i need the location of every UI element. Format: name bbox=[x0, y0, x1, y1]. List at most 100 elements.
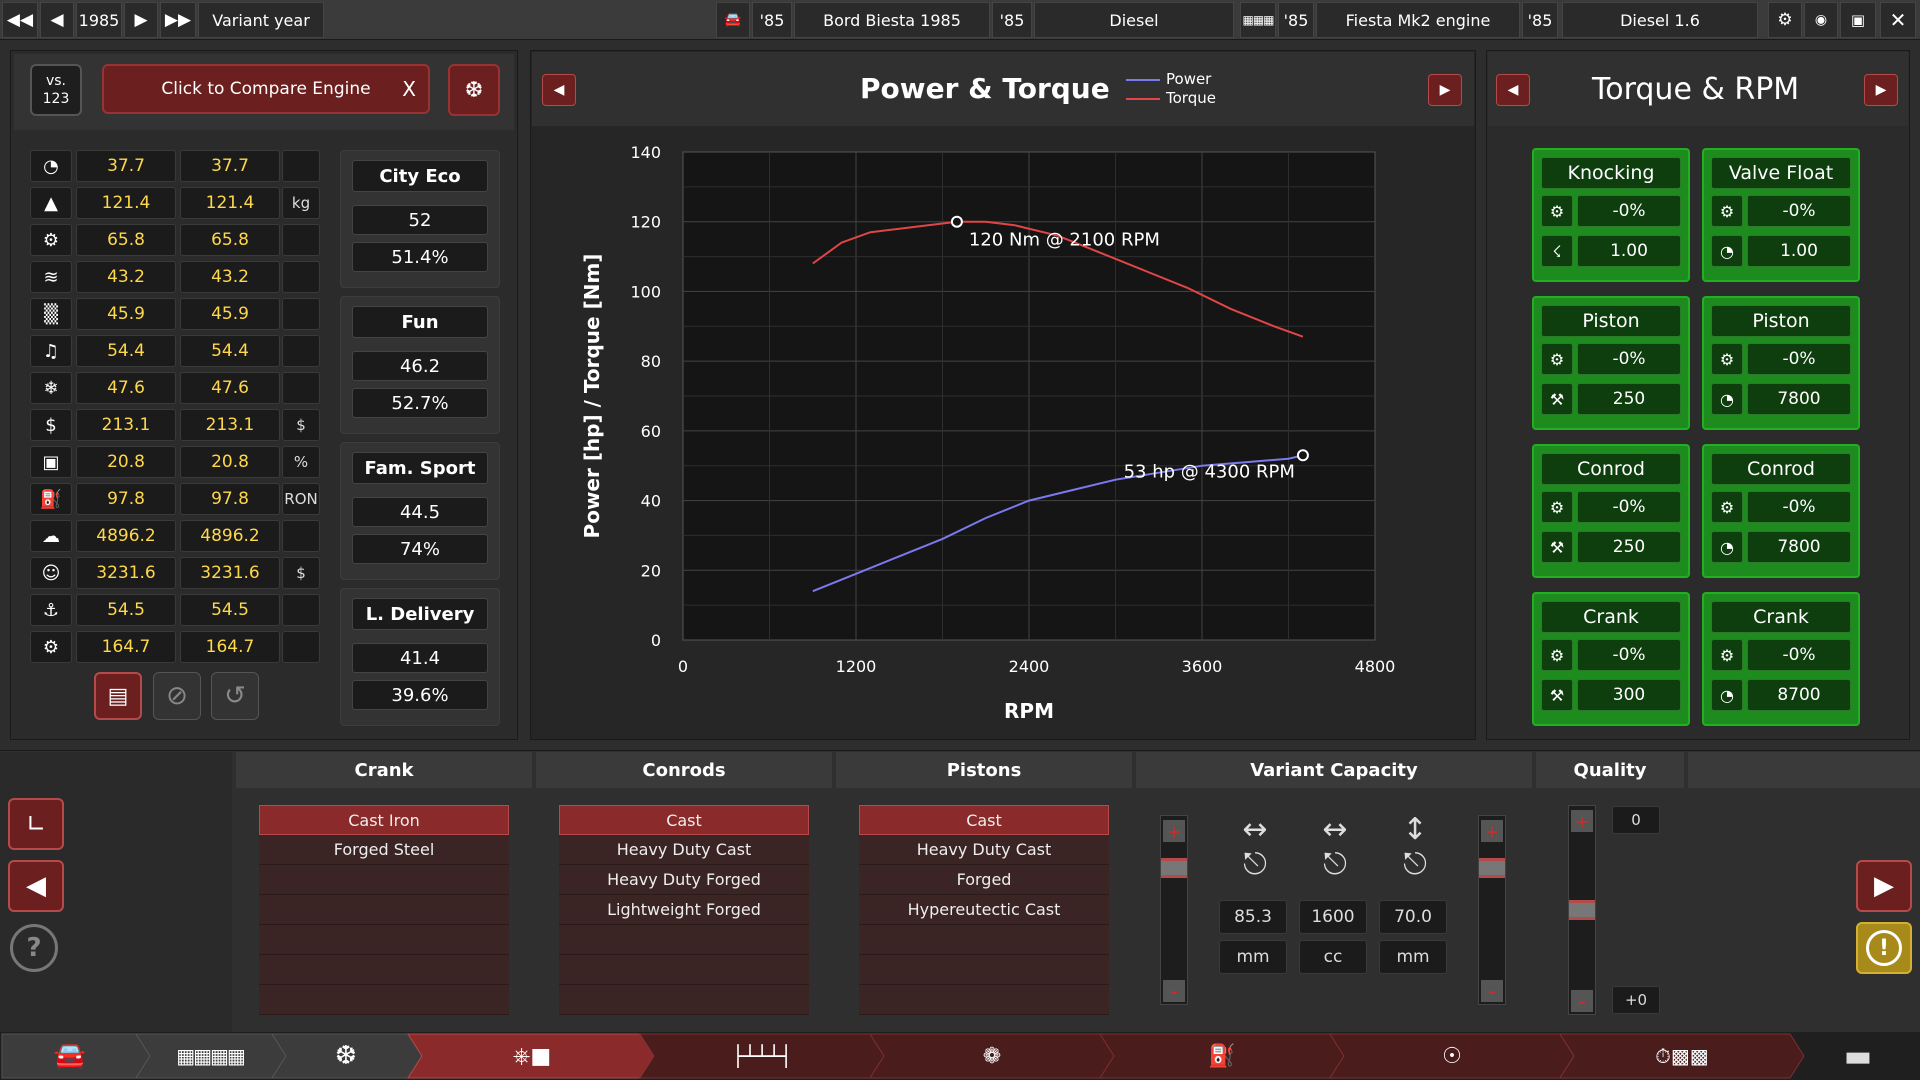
material-option[interactable]: Heavy Duty Cast bbox=[559, 835, 809, 865]
material-option[interactable]: Heavy Duty Cast bbox=[859, 835, 1109, 865]
stat-value-compare: 213.1 bbox=[180, 409, 280, 441]
tolerance-percent: -0% bbox=[1577, 343, 1681, 375]
empty-list-slot bbox=[859, 955, 1109, 985]
x-axis-label: RPM bbox=[1004, 699, 1054, 723]
nav-test-tab[interactable]: ⏱▩▩ bbox=[1574, 1034, 1790, 1078]
quality-increase-button[interactable]: + bbox=[1571, 810, 1593, 832]
chart-next-button[interactable]: ▶ bbox=[1428, 74, 1462, 106]
score-value: 46.2 bbox=[352, 351, 488, 381]
nav-pistons-tab[interactable]: ❆ bbox=[286, 1034, 406, 1078]
fuel-can-icon: ▣ bbox=[42, 451, 60, 473]
crankshaft-icon: ⎈■ bbox=[512, 1043, 552, 1069]
material-option[interactable]: Heavy Duty Forged bbox=[559, 865, 809, 895]
reset-button[interactable]: ↺ bbox=[211, 672, 259, 720]
material-option[interactable]: Forged bbox=[859, 865, 1109, 895]
material-option[interactable]: Cast Iron bbox=[259, 805, 509, 835]
tolerance-card: Piston ⚙ -0% ⚒ 250 bbox=[1532, 296, 1690, 430]
material-option[interactable]: Forged Steel bbox=[259, 835, 509, 865]
stroke-slider-handle[interactable] bbox=[1479, 858, 1505, 878]
secondary-icon-box: ⚒ bbox=[1541, 531, 1573, 563]
help-button[interactable]: ? bbox=[10, 924, 58, 972]
nav-engine-tab[interactable]: ▦▦▦▦ bbox=[150, 1034, 270, 1078]
clear-button[interactable]: ⊘ bbox=[153, 672, 201, 720]
engine-name[interactable]: Fiesta Mk2 engine bbox=[1316, 2, 1520, 38]
trim-name[interactable]: Diesel bbox=[1034, 2, 1234, 38]
bore-slider-handle[interactable] bbox=[1161, 858, 1187, 878]
compare-pistons-button[interactable]: ❆ bbox=[448, 64, 500, 116]
warning-button[interactable]: ! bbox=[1856, 922, 1912, 974]
right-arrow-icon: ▶ bbox=[1439, 82, 1451, 98]
variant-name[interactable]: Diesel 1.6 bbox=[1562, 2, 1758, 38]
back-button[interactable]: ◀ bbox=[8, 860, 64, 912]
last-year-button[interactable]: ▶▶ bbox=[160, 2, 196, 38]
compare-clear-icon[interactable]: X bbox=[402, 77, 416, 101]
material-option[interactable]: Hypereutectic Cast bbox=[859, 895, 1109, 925]
floppy-disk-icon: ▣ bbox=[1850, 11, 1866, 29]
material-option[interactable]: Lightweight Forged bbox=[559, 895, 809, 925]
engineering-time-icon: ☁ bbox=[42, 525, 60, 547]
power-peak-marker bbox=[1296, 449, 1309, 462]
chart-mode-button[interactable]: ∟ bbox=[8, 798, 64, 850]
prev-year-button[interactable]: ◀ bbox=[40, 2, 74, 38]
stat-unit: $ bbox=[282, 557, 320, 589]
screenshot-button[interactable]: ◉ bbox=[1804, 2, 1838, 38]
stat-unit bbox=[282, 224, 320, 256]
smoothness-icon: ≋ bbox=[43, 266, 59, 288]
engine-cost-icon: $ bbox=[45, 414, 57, 436]
compare-engine-button[interactable]: Click to Compare Engine X bbox=[102, 64, 430, 114]
report-button[interactable]: ▤ bbox=[94, 672, 142, 720]
material-option[interactable]: Cast bbox=[559, 805, 809, 835]
nav-bottom-end-tab[interactable]: ⎈■ bbox=[422, 1034, 642, 1078]
first-year-button[interactable]: ◀◀ bbox=[2, 2, 38, 38]
close-button[interactable]: ✕ bbox=[1880, 2, 1916, 38]
engine-icon-button[interactable]: ▦▦▦ bbox=[1240, 2, 1276, 38]
bore-increase-button[interactable]: + bbox=[1163, 820, 1185, 842]
speaker-icon: ♫ bbox=[42, 340, 60, 362]
material-option[interactable]: Cast bbox=[859, 805, 1109, 835]
versus-button[interactable]: vs. 123 bbox=[30, 64, 82, 116]
engine-icon-box: ⚙ bbox=[1711, 491, 1743, 523]
stat-value-current: 213.1 bbox=[76, 409, 176, 441]
tolerance-prev-button[interactable]: ◀ bbox=[1496, 74, 1530, 106]
tolerance-percent: -0% bbox=[1577, 639, 1681, 671]
stroke-increase-button[interactable]: + bbox=[1481, 820, 1503, 842]
empty-list-slot bbox=[259, 895, 509, 925]
save-button[interactable]: ▣ bbox=[1840, 2, 1876, 38]
quality-slider-handle[interactable] bbox=[1569, 900, 1595, 920]
next-step-button[interactable]: ▶ bbox=[1856, 860, 1912, 912]
engine-icon-box: ⚙ bbox=[1541, 343, 1573, 375]
stat-value-compare: 37.7 bbox=[180, 150, 280, 182]
car-name[interactable]: Bord Biesta 1985 bbox=[794, 2, 990, 38]
quality-slider[interactable]: + – bbox=[1568, 805, 1596, 1015]
chart-prev-button[interactable]: ◀ bbox=[542, 74, 576, 106]
nav-car-tab[interactable]: 🚘 bbox=[10, 1034, 130, 1078]
pistons-icon: ❆ bbox=[464, 77, 484, 103]
nav-top-end-tab[interactable]: ├┴┴┴┤ bbox=[654, 1034, 870, 1078]
quality-decrease-button[interactable]: – bbox=[1571, 990, 1593, 1012]
tolerance-value: 1.00 bbox=[1747, 235, 1851, 267]
next-year-button[interactable]: ▶ bbox=[124, 2, 158, 38]
stat-value-current: 37.7 bbox=[76, 150, 176, 182]
score-name: Fun bbox=[352, 306, 488, 338]
stat-unit bbox=[282, 261, 320, 293]
trim-year: '85 bbox=[992, 2, 1032, 38]
stat-unit bbox=[282, 520, 320, 552]
stat-row-icon-box: ≋ bbox=[30, 261, 72, 293]
stroke-decrease-button[interactable]: – bbox=[1481, 980, 1503, 1002]
tolerance-card-title: Knocking bbox=[1541, 157, 1681, 189]
nav-exhaust-tab[interactable]: ☉ bbox=[1344, 1034, 1560, 1078]
settings-button[interactable]: ⚙ bbox=[1768, 2, 1802, 38]
stat-value-current: 47.6 bbox=[76, 372, 176, 404]
bore-decrease-button[interactable]: – bbox=[1163, 980, 1185, 1002]
stat-value-current: 4896.2 bbox=[76, 520, 176, 552]
nav-car-design-tab[interactable]: ▬ bbox=[1800, 1034, 1916, 1078]
nav-aspiration-tab[interactable]: ❁ bbox=[884, 1034, 1100, 1078]
car-icon: 🚘 bbox=[53, 1041, 87, 1071]
car-icon-button[interactable]: 🚘 bbox=[716, 2, 750, 38]
tolerance-card-title: Piston bbox=[1541, 305, 1681, 337]
nav-fuel-tab[interactable]: ⛽ bbox=[1114, 1034, 1330, 1078]
tolerance-next-button[interactable]: ▶ bbox=[1864, 74, 1898, 106]
stroke-slider[interactable]: + – bbox=[1478, 815, 1506, 1005]
stat-value-current: 3231.6 bbox=[76, 557, 176, 589]
bore-slider[interactable]: + – bbox=[1160, 815, 1188, 1005]
